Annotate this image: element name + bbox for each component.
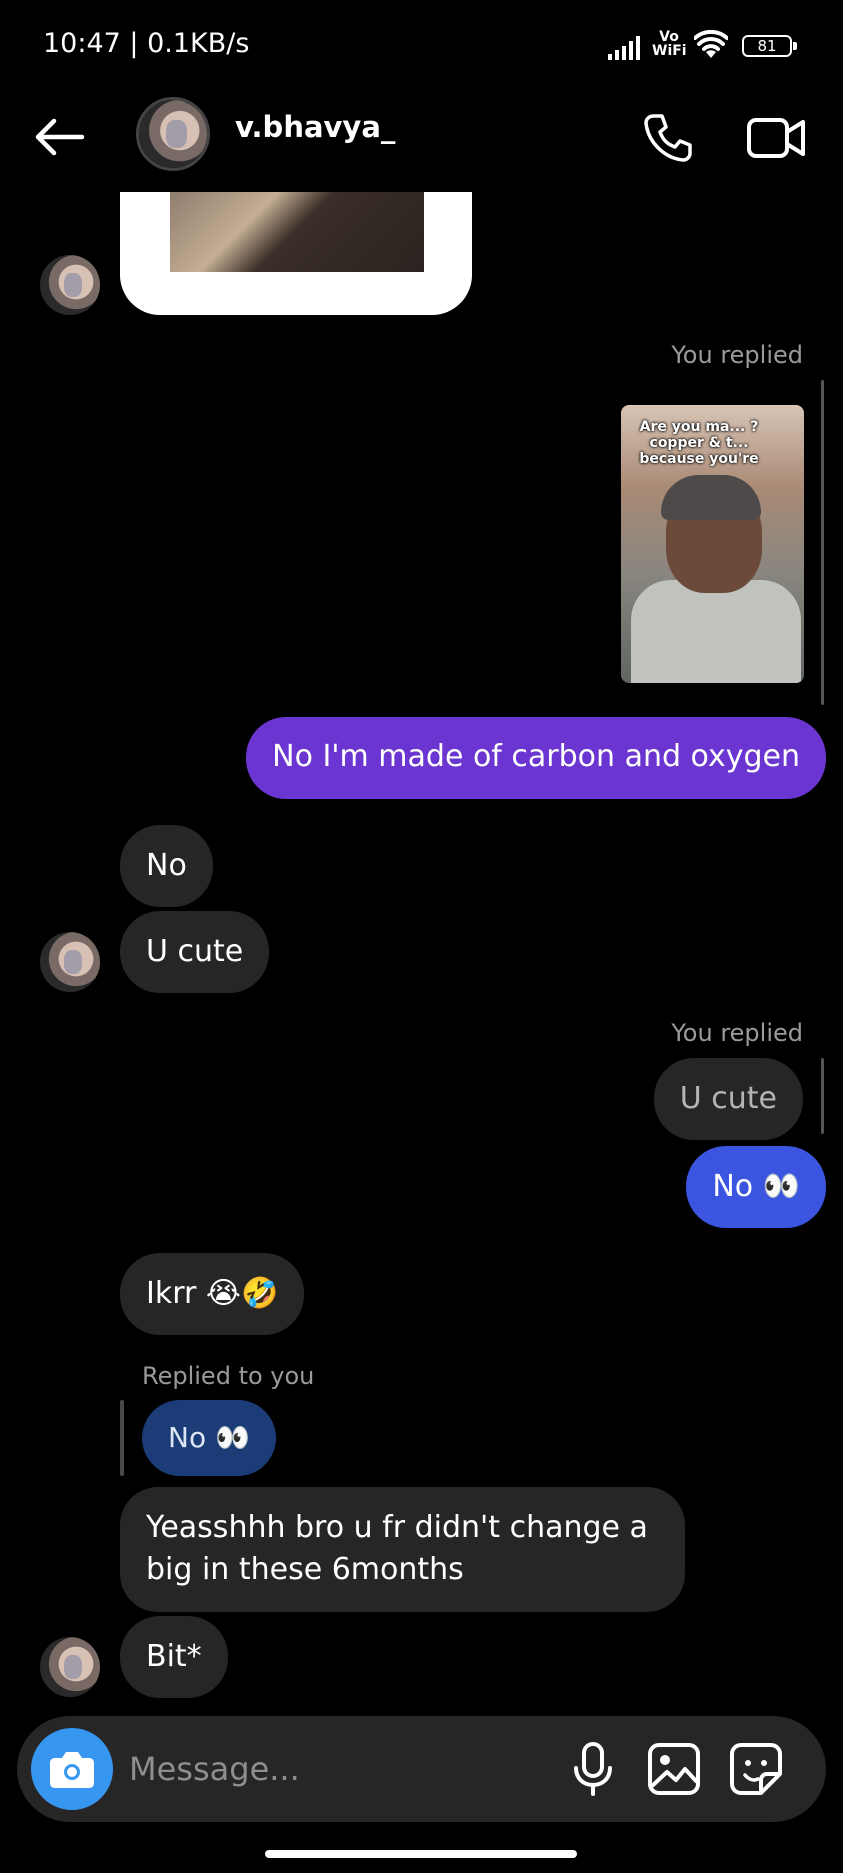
- quoted-message[interactable]: U cute: [653, 1058, 803, 1140]
- incoming-message[interactable]: Ikrr 😭🤣: [120, 1253, 305, 1335]
- signal-icon: [608, 36, 640, 60]
- vowifi-top: Vo: [659, 29, 679, 45]
- message-composer: [17, 1716, 826, 1822]
- reply-indicator-bar: [120, 1400, 124, 1476]
- image-icon[interactable]: [645, 1740, 703, 1798]
- sender-avatar[interactable]: [40, 255, 100, 315]
- message-line: big in these 6months: [146, 1552, 464, 1587]
- sender-avatar[interactable]: [40, 932, 100, 992]
- reply-indicator-bar: [821, 380, 824, 705]
- message-input[interactable]: [129, 1744, 459, 1794]
- reply-label: You replied: [671, 341, 803, 369]
- reply-label: Replied to you: [142, 1362, 315, 1390]
- reply-indicator-bar: [821, 1058, 824, 1134]
- phone-icon[interactable]: [640, 110, 696, 166]
- sender-avatar[interactable]: [40, 1637, 100, 1697]
- outgoing-message[interactable]: No I'm made of carbon and oxygen: [246, 717, 826, 799]
- incoming-message[interactable]: Yeasshhh bro u fr didn't change a big in…: [120, 1487, 685, 1612]
- back-arrow-icon[interactable]: [30, 112, 90, 162]
- status-bar: 10:47 | 0.1KB/s Vo WiFi 81: [0, 0, 843, 92]
- status-time: 10:47 | 0.1KB/s: [43, 28, 250, 59]
- incoming-message[interactable]: Bit*: [120, 1616, 228, 1698]
- sticker-icon[interactable]: [727, 1740, 785, 1798]
- header-avatar[interactable]: [136, 97, 210, 171]
- camera-icon: [50, 1752, 94, 1788]
- replied-reel-thumbnail[interactable]: Are you ma... ? copper & t... because yo…: [621, 405, 804, 683]
- reply-label: You replied: [671, 1019, 803, 1047]
- message-line: Yeasshhh bro u fr didn't change a: [146, 1510, 648, 1545]
- vowifi-indicator: Vo WiFi: [652, 29, 687, 59]
- username[interactable]: v.bhavya_: [235, 110, 395, 144]
- quoted-message[interactable]: No 👀: [142, 1400, 276, 1476]
- battery-indicator: 81: [742, 35, 797, 57]
- home-indicator[interactable]: [265, 1850, 577, 1858]
- chat-header: v.bhavya_: [0, 92, 843, 192]
- outgoing-message[interactable]: No 👀: [686, 1146, 826, 1228]
- camera-button[interactable]: [31, 1728, 113, 1810]
- wifi-icon: [694, 30, 728, 58]
- vowifi-bottom: WiFi: [652, 43, 687, 59]
- incoming-message[interactable]: U cute: [120, 911, 270, 993]
- video-camera-icon[interactable]: [745, 110, 807, 166]
- microphone-icon[interactable]: [565, 1740, 621, 1798]
- incoming-message[interactable]: No: [120, 825, 213, 907]
- reel-caption: Are you ma... ? copper & t... because yo…: [639, 419, 759, 467]
